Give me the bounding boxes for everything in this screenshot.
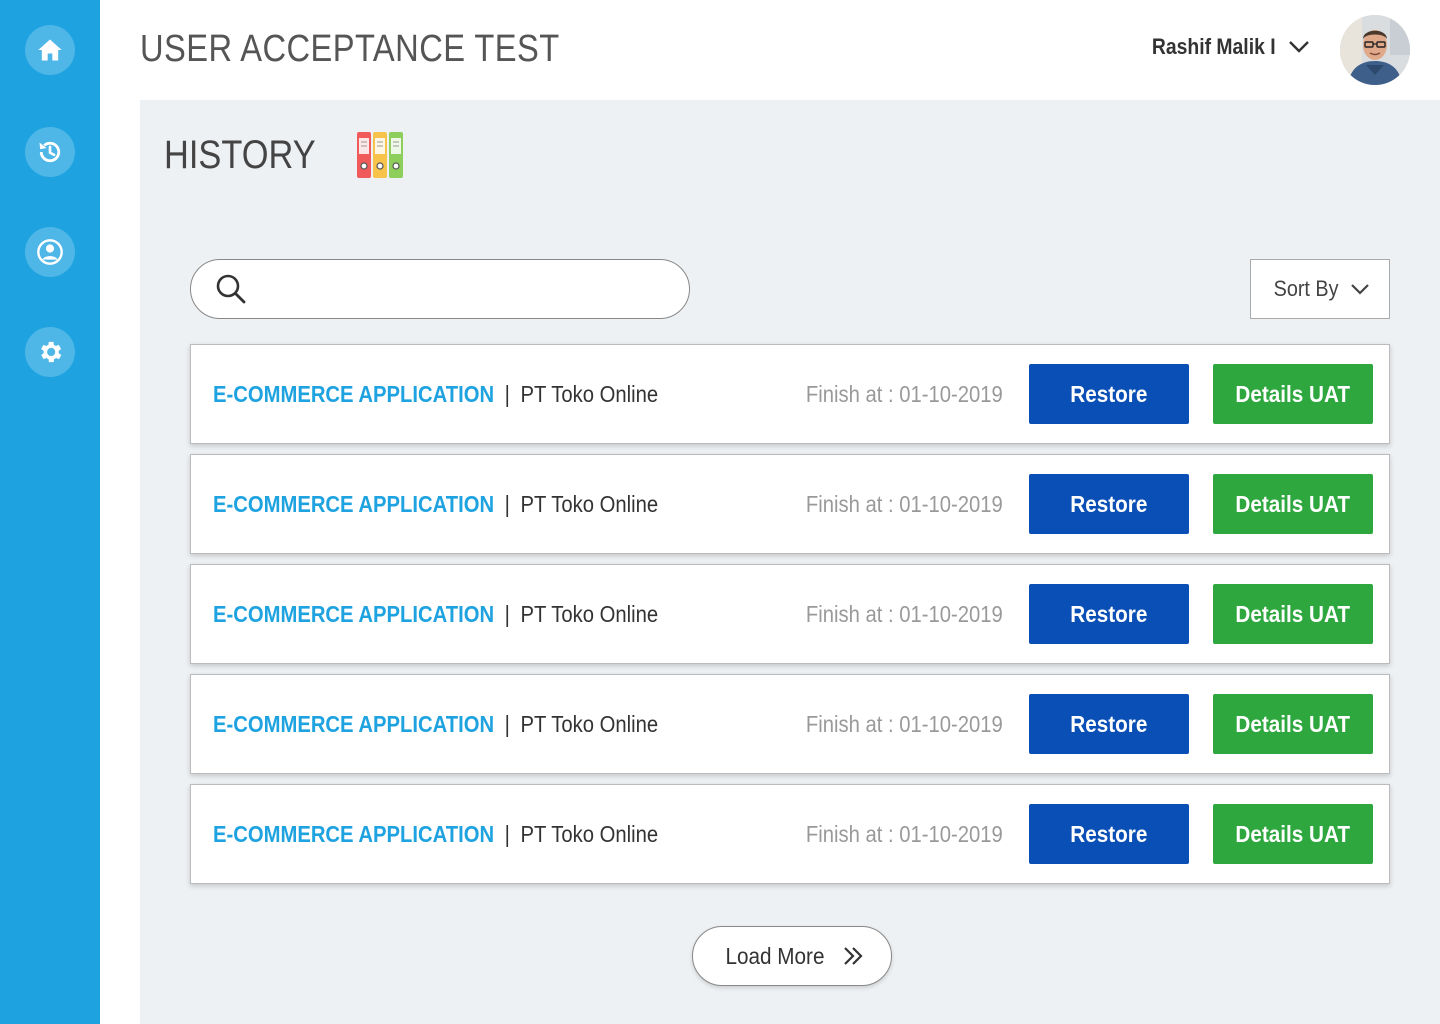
project-info: E-COMMERCE APPLICATION | PT Toko Online [213, 821, 658, 848]
search-input[interactable] [259, 278, 659, 300]
main-content: HISTORY Sort By E-COMMERCE APPLICATION |… [140, 100, 1440, 1024]
restore-button[interactable]: Restore [1029, 364, 1189, 424]
nav-history[interactable] [25, 127, 75, 177]
details-uat-button[interactable]: Details UAT [1213, 804, 1373, 864]
details-uat-button[interactable]: Details UAT [1213, 474, 1373, 534]
history-row: E-COMMERCE APPLICATION | PT Toko Online Fi… [190, 344, 1390, 444]
section-title: HISTORY [164, 132, 316, 177]
restore-label: Restore [1070, 490, 1148, 517]
user-menu[interactable]: Rashif Malik I [1135, 34, 1310, 60]
separator: | [504, 490, 510, 517]
project-info: E-COMMERCE APPLICATION | PT Toko Online [213, 711, 658, 738]
sidebar [0, 0, 100, 1024]
restore-label: Restore [1070, 380, 1148, 407]
finish-date: Finish at : 01-10-2019 [806, 380, 1003, 407]
search-box[interactable] [190, 259, 690, 319]
restore-label: Restore [1070, 820, 1148, 847]
application-name[interactable]: E-COMMERCE APPLICATION [213, 601, 494, 627]
application-name[interactable]: E-COMMERCE APPLICATION [213, 821, 494, 847]
double-chevron-right-icon [844, 947, 863, 965]
load-more-button[interactable]: Load More [692, 926, 892, 986]
finish-date: Finish at : 01-10-2019 [806, 600, 1003, 627]
finish-date: Finish at : 01-10-2019 [806, 710, 1003, 737]
restore-button[interactable]: Restore [1029, 804, 1189, 864]
avatar[interactable] [1340, 15, 1410, 85]
nav-profile[interactable] [25, 227, 75, 277]
details-label: Details UAT [1235, 710, 1351, 737]
separator: | [504, 710, 510, 737]
gear-icon [41, 341, 62, 363]
sort-by-dropdown[interactable]: Sort By [1250, 259, 1390, 319]
history-row: E-COMMERCE APPLICATION | PT Toko Online Fi… [190, 454, 1390, 554]
separator: | [504, 600, 510, 627]
home-icon [38, 39, 62, 61]
history-row: E-COMMERCE APPLICATION | PT Toko Online Fi… [190, 784, 1390, 884]
project-info: E-COMMERCE APPLICATION | PT Toko Online [213, 491, 658, 518]
chevron-down-icon [1351, 284, 1369, 295]
user-icon [37, 239, 63, 265]
details-label: Details UAT [1235, 380, 1351, 407]
details-uat-button[interactable]: Details UAT [1213, 584, 1373, 644]
search-icon [216, 274, 246, 304]
nav-home[interactable] [25, 25, 75, 75]
history-row: E-COMMERCE APPLICATION | PT Toko Online Fi… [190, 564, 1390, 664]
finish-date: Finish at : 01-10-2019 [806, 820, 1003, 847]
company-name: PT Toko Online [520, 820, 659, 847]
company-name: PT Toko Online [520, 490, 659, 517]
details-label: Details UAT [1235, 600, 1351, 627]
history-row: E-COMMERCE APPLICATION | PT Toko Online Fi… [190, 674, 1390, 774]
application-name[interactable]: E-COMMERCE APPLICATION [213, 381, 494, 407]
details-uat-button[interactable]: Details UAT [1213, 364, 1373, 424]
project-info: E-COMMERCE APPLICATION | PT Toko Online [213, 601, 658, 628]
project-info: E-COMMERCE APPLICATION | PT Toko Online [213, 381, 658, 408]
app-title: USER ACCEPTANCE TEST [140, 28, 560, 70]
user-name: Rashif Malik I [1152, 34, 1276, 59]
company-name: PT Toko Online [520, 380, 659, 407]
chevron-down-icon [1289, 41, 1309, 53]
details-label: Details UAT [1235, 820, 1351, 847]
section-header: HISTORY [164, 130, 404, 180]
history-list: E-COMMERCE APPLICATION | PT Toko Online Fi… [190, 344, 1390, 894]
restore-button[interactable]: Restore [1029, 584, 1189, 644]
restore-button[interactable]: Restore [1029, 694, 1189, 754]
restore-button[interactable]: Restore [1029, 474, 1189, 534]
binders-icon [357, 132, 404, 178]
avatar-photo [1340, 15, 1410, 85]
load-more-label: Load More [725, 942, 825, 969]
restore-label: Restore [1070, 710, 1148, 737]
details-uat-button[interactable]: Details UAT [1213, 694, 1373, 754]
finish-date: Finish at : 01-10-2019 [806, 490, 1003, 517]
company-name: PT Toko Online [520, 710, 659, 737]
nav-settings[interactable] [25, 327, 75, 377]
application-name[interactable]: E-COMMERCE APPLICATION [213, 711, 494, 737]
company-name: PT Toko Online [520, 600, 659, 627]
details-label: Details UAT [1235, 490, 1351, 517]
separator: | [504, 820, 510, 847]
restore-label: Restore [1070, 600, 1148, 627]
sort-by-label: Sort By [1273, 276, 1339, 301]
application-name[interactable]: E-COMMERCE APPLICATION [213, 491, 494, 517]
separator: | [504, 380, 510, 407]
history-icon [39, 141, 61, 163]
